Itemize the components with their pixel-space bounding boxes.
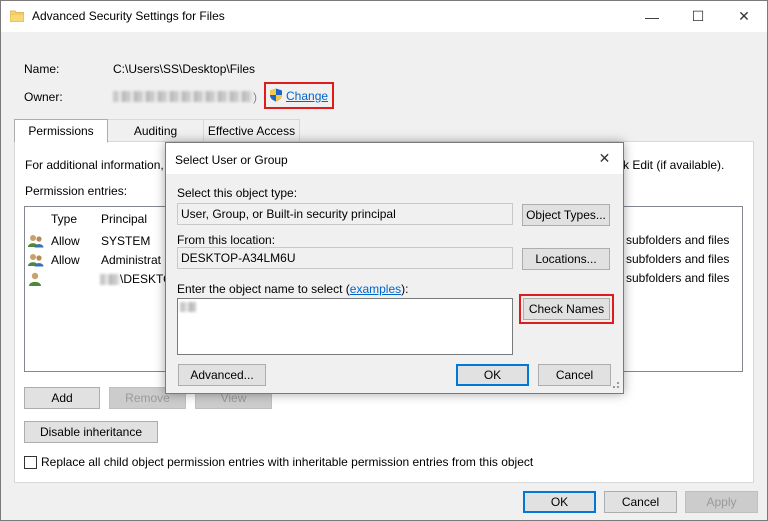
- users-group-icon: [28, 254, 44, 267]
- tab-permissions-label: Permissions: [28, 124, 94, 138]
- examples-link[interactable]: examples: [350, 282, 401, 296]
- dialog-cancel-button[interactable]: Cancel: [538, 364, 611, 386]
- object-type-value: User, Group, or Built-in security princi…: [181, 207, 396, 221]
- resize-grip[interactable]: [617, 382, 619, 384]
- row-applies-to: subfolders and files: [626, 252, 730, 266]
- replace-child-permissions-checkbox[interactable]: [24, 456, 37, 469]
- select-user-or-group-dialog: Select User or Group ✕ Select this objec…: [165, 142, 624, 394]
- owner-label: Owner:: [24, 90, 63, 104]
- uac-shield-icon: [270, 88, 282, 102]
- location-label: From this location:: [177, 233, 276, 247]
- close-button[interactable]: ✕: [721, 1, 767, 32]
- cancel-button[interactable]: Cancel: [604, 491, 677, 513]
- maximize-icon: ☐: [691, 8, 705, 24]
- tab-effective-access-label: Effective Access: [207, 124, 296, 138]
- object-name-blurred: [180, 302, 196, 312]
- principal-blurred: [100, 274, 120, 285]
- close-icon: ✕: [738, 8, 750, 24]
- enter-object-name-label: Enter the object name to select (example…: [177, 282, 408, 296]
- column-header-type[interactable]: Type: [51, 212, 77, 226]
- additional-info-text-end: k Edit (if available).: [623, 158, 725, 172]
- object-type-field: User, Group, or Built-in security princi…: [177, 203, 513, 225]
- enter-object-name-suffix: ):: [401, 282, 409, 296]
- location-field: DESKTOP-A34LM6U: [177, 247, 513, 269]
- resize-grip[interactable]: [613, 386, 615, 388]
- location-value: DESKTOP-A34LM6U: [181, 251, 296, 265]
- dialog-ok-button[interactable]: OK: [456, 364, 529, 386]
- folder-icon: [10, 10, 24, 22]
- row-applies-to: subfolders and files: [626, 271, 730, 285]
- name-label: Name:: [24, 62, 60, 76]
- permission-entries-label: Permission entries:: [25, 184, 128, 198]
- tab-auditing[interactable]: Auditing: [107, 119, 204, 142]
- tab-effective-access[interactable]: Effective Access: [203, 119, 300, 142]
- row-principal: SYSTEM: [101, 234, 151, 248]
- owner-value-blurred: [113, 91, 253, 102]
- check-names-button[interactable]: Check Names: [523, 298, 610, 320]
- users-group-icon: [28, 235, 44, 248]
- maximize-button[interactable]: ☐: [675, 1, 721, 32]
- minimize-button[interactable]: —: [629, 1, 675, 32]
- owner-value-suffix: ): [253, 90, 257, 104]
- object-type-label: Select this object type:: [177, 186, 298, 200]
- tab-auditing-label: Auditing: [133, 124, 178, 138]
- locations-button[interactable]: Locations...: [522, 248, 610, 270]
- dialog-close-button[interactable]: ✕: [586, 143, 623, 174]
- object-types-button[interactable]: Object Types...: [522, 204, 610, 226]
- column-header-principal[interactable]: Principal: [101, 212, 147, 226]
- close-icon: ✕: [598, 150, 611, 166]
- apply-button[interactable]: Apply: [685, 491, 758, 513]
- tab-permissions[interactable]: Permissions: [14, 119, 108, 143]
- window-title: Advanced Security Settings for Files: [32, 9, 225, 23]
- ok-button[interactable]: OK: [523, 491, 596, 513]
- replace-child-permissions-label: Replace all child object permission entr…: [41, 455, 534, 469]
- object-name-input[interactable]: [177, 298, 513, 355]
- disable-inheritance-button[interactable]: Disable inheritance: [24, 421, 158, 443]
- row-type: Allow: [51, 253, 80, 267]
- add-button[interactable]: Add: [24, 387, 100, 409]
- row-principal: Administrat: [101, 253, 162, 267]
- row-applies-to: subfolders and files: [626, 233, 730, 247]
- user-icon: [29, 272, 41, 286]
- advanced-security-settings-window: Advanced Security Settings for Files — ☐…: [0, 0, 768, 521]
- dialog-title-bar: Select User or Group ✕: [166, 143, 623, 174]
- title-bar: Advanced Security Settings for Files — ☐…: [1, 1, 767, 32]
- resize-grip[interactable]: [617, 386, 619, 388]
- enter-object-name-prefix: Enter the object name to select (: [177, 282, 350, 296]
- dialog-title: Select User or Group: [175, 153, 288, 167]
- name-value: C:\Users\SS\Desktop\Files: [113, 62, 256, 76]
- row-type: Allow: [51, 234, 80, 248]
- minimize-icon: —: [645, 8, 659, 25]
- change-owner-link[interactable]: Change: [286, 89, 328, 103]
- additional-info-text: For additional information,: [25, 158, 164, 172]
- advanced-button[interactable]: Advanced...: [178, 364, 266, 386]
